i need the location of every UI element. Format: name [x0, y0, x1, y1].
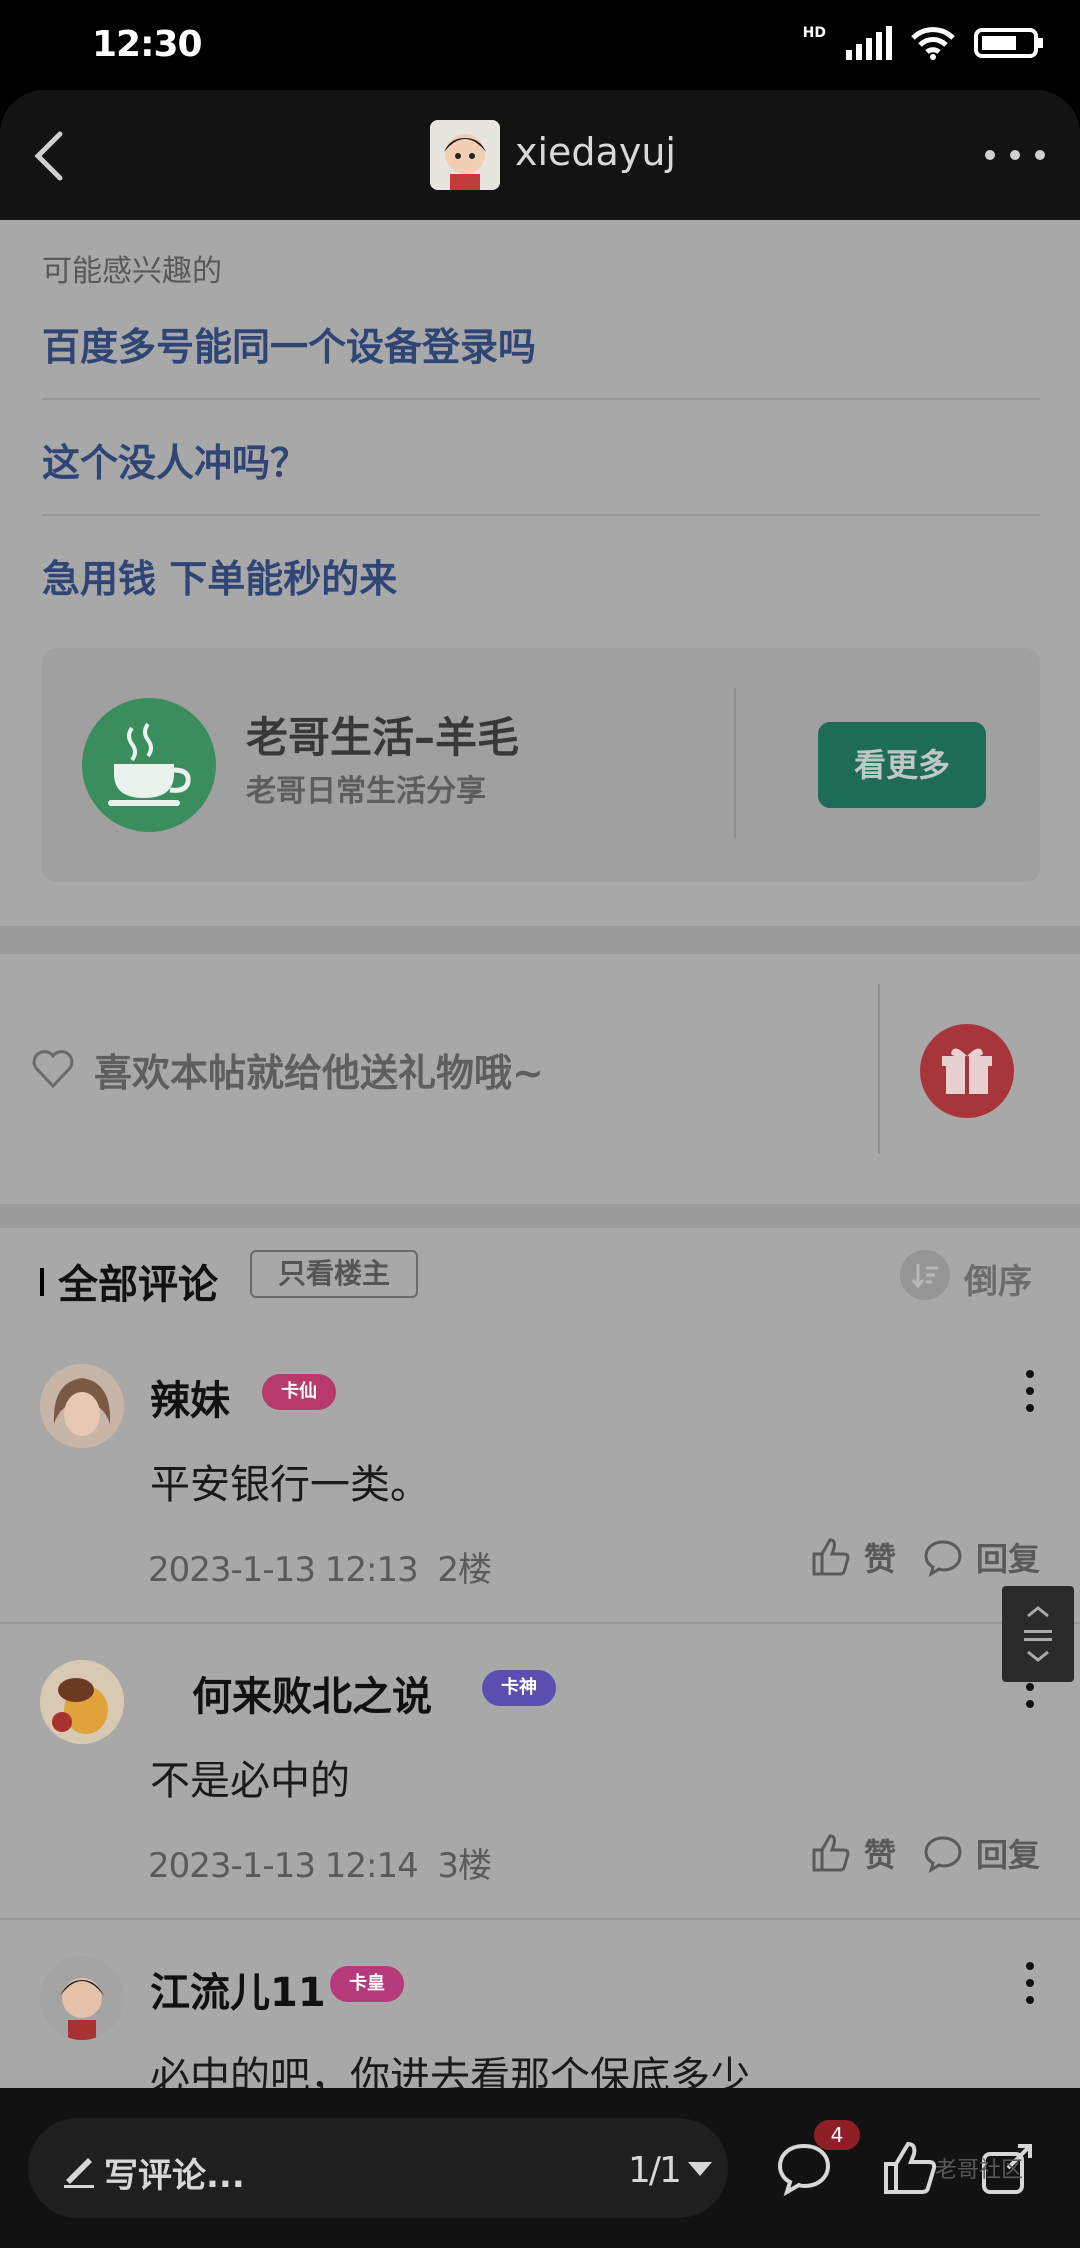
avatar[interactable]	[40, 1660, 124, 1744]
only-author-filter-button[interactable]: 只看楼主	[250, 1250, 418, 1298]
comment-floor: 2楼	[437, 1550, 492, 1590]
comment-time: 2023-1-13 12:14	[148, 1846, 419, 1886]
pencil-icon	[64, 2158, 94, 2188]
coffee-cup-icon	[82, 698, 216, 832]
reply-label[interactable]: 回复	[976, 1534, 1040, 1580]
commenter-name[interactable]: 辣妹	[150, 1368, 230, 1426]
thumbs-up-icon[interactable]	[810, 1832, 852, 1874]
avatar[interactable]	[40, 1364, 124, 1448]
like-label[interactable]: 赞	[864, 1830, 896, 1876]
related-link[interactable]: 急用钱 下单能秒的来	[42, 548, 1040, 603]
comment-meta: 2023-1-13 12:14 3楼	[148, 1838, 492, 1887]
divider	[42, 398, 1040, 400]
comment-text: 平安银行一类。	[150, 1462, 430, 1508]
forum-description: 老哥日常生活分享	[246, 774, 486, 809]
commenter-name[interactable]: 何来败北之说	[192, 1664, 432, 1722]
watermark-text: 老哥社区	[935, 2158, 1024, 2183]
section-separator	[0, 926, 1080, 954]
wifi-icon	[911, 27, 955, 60]
forum-card[interactable]: 老哥生活–羊毛 老哥日常生活分享 看更多	[42, 648, 1040, 882]
avatar[interactable]	[40, 1956, 124, 2040]
status-time: 12:30	[92, 24, 203, 65]
comment-input-placeholder[interactable]: 写评论...	[104, 2148, 245, 2197]
gift-row: 喜欢本帖就给他送礼物哦~	[0, 954, 1080, 1204]
title-accent-bar	[40, 1268, 44, 1296]
avatar[interactable]	[430, 120, 500, 190]
related-link[interactable]: 百度多号能同一个设备登录吗	[42, 316, 1040, 371]
forum-name: 老哥生活–羊毛	[246, 713, 520, 762]
comment-bubble-icon[interactable]	[922, 1832, 964, 1874]
comment-count-badge: 4	[814, 2120, 860, 2150]
divider	[734, 688, 736, 838]
comment-item: 江流儿11 卡皇 必中的吧，你进去看那个保底多少	[0, 1920, 1080, 2088]
related-section-label: 可能感兴趣的	[42, 254, 222, 289]
comment-item: 辣妹 卡仙 平安银行一类。 2023-1-13 12:13 2楼 赞 回复	[0, 1328, 1080, 1624]
battery-icon	[974, 28, 1043, 58]
rank-badge: 卡皇	[330, 1966, 404, 2002]
gift-prompt: 喜欢本帖就给他送礼物哦~	[94, 1051, 544, 1095]
post-content: 可能感兴趣的 百度多号能同一个设备登录吗 这个没人冲吗？ 急用钱 下单能秒的来 …	[0, 220, 1080, 2088]
commenter-name[interactable]: 江流儿11	[150, 1960, 326, 2018]
comment-text: 必中的吧，你进去看那个保底多少	[150, 2054, 750, 2088]
divider	[42, 514, 1040, 516]
author-username[interactable]: xiedayuj	[515, 130, 676, 174]
heart-outline-icon	[32, 1050, 74, 1089]
post-header: xiedayuj	[0, 90, 1080, 220]
divider	[878, 984, 880, 1154]
status-icons: HD	[802, 25, 1044, 60]
like-label[interactable]: 赞	[864, 1534, 896, 1580]
gift-icon	[942, 1048, 992, 1094]
see-more-button[interactable]: 看更多	[818, 722, 986, 808]
comment-bubble-icon[interactable]	[922, 1536, 964, 1578]
rank-badge: 卡神	[482, 1670, 556, 1706]
bottom-action-bar: 写评论... 1/1 4 老哥社区	[0, 2088, 1080, 2248]
sort-order-label[interactable]: 倒序	[964, 1254, 1032, 1303]
comment-actions: 赞 回复	[810, 1534, 1040, 1580]
related-link[interactable]: 这个没人冲吗？	[42, 432, 1040, 487]
thumbs-up-icon[interactable]	[810, 1536, 852, 1578]
comment-text: 不是必中的	[150, 1758, 350, 1804]
sort-icon[interactable]	[900, 1250, 950, 1300]
section-separator	[0, 1204, 1080, 1228]
reply-label[interactable]: 回复	[976, 1830, 1040, 1876]
thumbs-up-icon[interactable]	[880, 2138, 940, 2198]
comment-time: 2023-1-13 12:13	[148, 1550, 419, 1590]
comment-actions: 赞 回复	[810, 1830, 1040, 1876]
more-vertical-icon[interactable]	[1020, 1958, 1040, 2008]
status-bar: 12:30 HD	[0, 0, 1080, 90]
signal-icon	[846, 26, 892, 60]
rank-badge: 卡仙	[262, 1374, 336, 1410]
more-horizontal-icon[interactable]	[980, 140, 1050, 170]
page-indicator[interactable]: 1/1	[628, 2150, 682, 2191]
chevron-down-icon[interactable]	[688, 2162, 712, 2176]
comment-meta: 2023-1-13 12:13 2楼	[148, 1542, 492, 1591]
gift-button[interactable]	[920, 1024, 1014, 1118]
comments-header: 全部评论 只看楼主 倒序	[0, 1228, 1080, 1328]
network-type-label: HD	[802, 25, 826, 41]
comment-input[interactable]: 写评论... 1/1	[28, 2118, 728, 2218]
comment-floor: 3楼	[437, 1846, 492, 1886]
more-vertical-icon[interactable]	[1020, 1366, 1040, 1416]
scroll-handle[interactable]	[1002, 1586, 1074, 1682]
comment-item: 何来败北之说 卡神 不是必中的 2023-1-13 12:14 3楼 赞 回复	[0, 1624, 1080, 1920]
comments-title: 全部评论	[58, 1262, 218, 1308]
chevron-left-icon[interactable]	[22, 126, 82, 186]
